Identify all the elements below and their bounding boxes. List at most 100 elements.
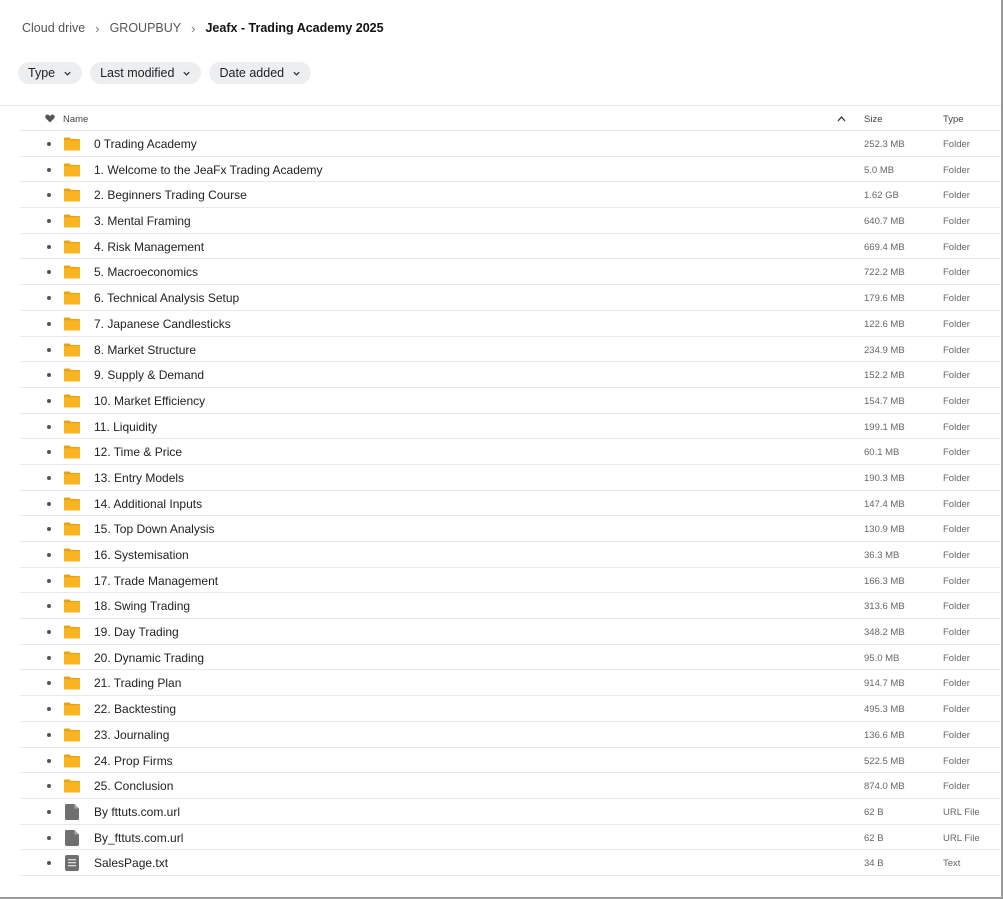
table-row[interactable]: 17. Trade Management 166.3 MB Folder <box>20 568 1000 594</box>
table-row[interactable]: By_fttuts.com.url 62 B URL File <box>20 825 1000 851</box>
file-type: Folder <box>943 704 970 716</box>
table-row[interactable]: 10. Market Efficiency 154.7 MB Folder <box>20 388 1000 414</box>
file-type: Folder <box>943 550 970 561</box>
file-type: Folder <box>943 498 970 510</box>
file-name: 21. Trading Plan <box>94 676 182 691</box>
table-row[interactable]: 3. Mental Framing 640.7 MB Folder <box>20 208 1000 234</box>
table-row[interactable]: 7. Japanese Candlesticks 122.6 MB Folder <box>20 311 1000 337</box>
sort-ascending-icon[interactable] <box>837 115 846 122</box>
filter-type-button[interactable]: Type <box>18 62 83 84</box>
table-row[interactable]: 8. Market Structure 234.9 MB Folder <box>20 337 1000 363</box>
folder-icon <box>64 240 80 254</box>
folder-icon <box>64 574 80 588</box>
table-row[interactable]: 15. Top Down Analysis 130.9 MB Folder <box>20 516 1000 542</box>
file-name: 13. Entry Models <box>94 470 185 485</box>
file-size: 136.6 MB <box>864 729 905 741</box>
file-type: Folder <box>943 447 970 459</box>
table-row[interactable]: 22. Backtesting 495.3 MB Folder <box>20 696 1000 722</box>
table-row[interactable]: 20. Dynamic Trading 95.0 MB Folder <box>20 645 1000 671</box>
file-size: 60.1 MB <box>864 447 900 459</box>
bullet-dot <box>47 219 51 224</box>
file-name: 22. Backtesting <box>94 702 177 717</box>
file-size: 914.7 MB <box>864 678 905 690</box>
file-name: 17. Trade Management <box>94 573 219 588</box>
filter-last-modified-button[interactable]: Last modified <box>90 62 202 84</box>
header-divider <box>0 105 1001 106</box>
column-header-type[interactable]: Type <box>943 114 964 125</box>
heart-icon[interactable] <box>45 114 55 123</box>
table-row[interactable]: 18. Swing Trading 313.6 MB Folder <box>20 593 1000 620</box>
filter-date-added-button[interactable]: Date added <box>209 62 312 84</box>
file-size: 36.3 MB <box>864 550 900 561</box>
table-row[interactable]: 23. Journaling 136.6 MB Folder <box>20 722 1000 748</box>
table-row[interactable]: 24. Prop Firms 522.5 MB Folder <box>20 748 1000 774</box>
file-type: Folder <box>943 601 970 613</box>
folder-icon <box>64 779 80 793</box>
bullet-dot <box>47 424 51 429</box>
column-header-name[interactable]: Name <box>63 114 88 125</box>
table-row[interactable]: 11. Liquidity 199.1 MB Folder <box>20 414 1000 440</box>
file-size: 62 B <box>864 806 884 818</box>
table-row[interactable]: 19. Day Trading 348.2 MB Folder <box>20 619 1000 645</box>
table-row[interactable]: 13. Entry Models 190.3 MB Folder <box>20 465 1000 491</box>
file-type: Folder <box>943 241 970 253</box>
table-row[interactable]: 5. Macroeconomics 722.2 MB Folder <box>20 259 1000 286</box>
table-row[interactable]: 1. Welcome to the JeaFx Trading Academy 5… <box>20 157 1000 183</box>
bullet-dot <box>47 270 51 275</box>
folder-icon <box>64 471 80 485</box>
file-type: Folder <box>943 421 970 433</box>
file-type: Text <box>943 858 961 870</box>
file-name: 16. Systemisation <box>94 548 189 562</box>
folder-icon <box>64 676 80 690</box>
folder-icon <box>64 343 80 356</box>
folder-icon <box>64 599 80 613</box>
file-type: Folder <box>943 139 970 150</box>
table-row[interactable]: 9. Supply & Demand 152.2 MB Folder <box>20 362 1000 388</box>
bullet-dot <box>47 527 51 532</box>
table-row[interactable]: 16. Systemisation 36.3 MB Folder <box>20 542 1000 568</box>
file-size: 130.9 MB <box>864 524 905 536</box>
table-row[interactable]: 6. Technical Analysis Setup 179.6 MB Folde… <box>20 285 1000 311</box>
table-row[interactable]: 2. Beginners Trading Course 1.62 GB Folder <box>20 182 1000 209</box>
bullet-dot <box>47 296 51 301</box>
bullet-dot <box>47 681 51 686</box>
table-header: Name Size Type <box>20 107 1000 131</box>
file-type: Folder <box>943 395 970 407</box>
folder-icon <box>64 291 80 305</box>
column-header-size[interactable]: Size <box>864 114 882 125</box>
file-size: 154.7 MB <box>864 395 905 407</box>
file-size: 95.0 MB <box>864 652 900 664</box>
file-name: 20. Dynamic Trading <box>94 650 205 665</box>
bullet-dot <box>47 835 51 840</box>
file-name: 12. Time & Price <box>94 445 183 460</box>
file-type: Folder <box>943 729 970 741</box>
file-name: 0 Trading Academy <box>94 137 197 151</box>
table-row[interactable]: 12. Time & Price 60.1 MB Folder <box>20 439 1000 465</box>
folder-icon <box>64 522 80 536</box>
table-row[interactable]: 0 Trading Academy 252.3 MB Folder <box>20 131 1000 157</box>
table-row[interactable]: 14. Additional Inputs 147.4 MB Folder <box>20 491 1000 517</box>
bullet-dot <box>47 244 51 249</box>
folder-icon <box>64 702 80 716</box>
breadcrumb-groupbuy[interactable]: GROUPBUY <box>110 21 182 35</box>
file-name: 25. Conclusion <box>94 779 174 794</box>
chevron-down-icon <box>293 71 300 76</box>
bullet-dot <box>47 167 51 172</box>
folder-icon <box>64 137 80 151</box>
folder-icon <box>64 265 80 279</box>
breadcrumb-cloud-drive[interactable]: Cloud drive <box>22 21 85 35</box>
table-row[interactable]: By fttuts.com.url 62 B URL File <box>20 799 1000 825</box>
table-row[interactable]: 21. Trading Plan 914.7 MB Folder <box>20 670 1000 697</box>
bullet-dot <box>47 861 51 866</box>
file-size: 122.6 MB <box>864 318 905 330</box>
file-name: 8. Market Structure <box>94 342 197 357</box>
file-icon <box>65 803 79 820</box>
table-row[interactable]: 25. Conclusion 874.0 MB Folder <box>20 773 1000 799</box>
folder-icon <box>64 420 80 434</box>
table-row[interactable]: SalesPage.txt 34 B Text <box>20 850 1000 876</box>
file-size: 313.6 MB <box>864 601 905 613</box>
file-name: By fttuts.com.url <box>94 804 181 819</box>
chevron-down-icon <box>183 71 191 76</box>
table-row[interactable]: 4. Risk Management 669.4 MB Folder <box>20 234 1000 260</box>
file-name: 3. Mental Framing <box>94 214 191 229</box>
